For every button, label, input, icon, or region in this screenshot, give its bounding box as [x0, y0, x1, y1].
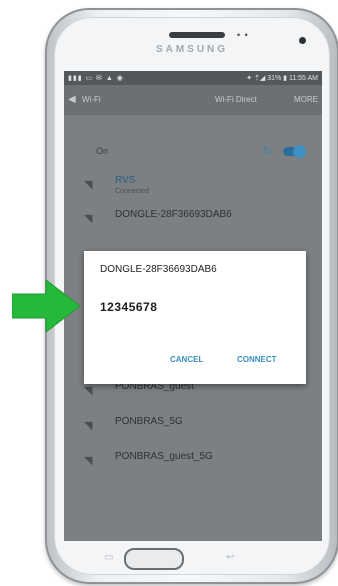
wifi-icon: ◥ — [84, 455, 93, 467]
connect-button[interactable]: CONNECT — [237, 355, 277, 364]
earpiece-speaker — [169, 32, 225, 38]
network-status: Connected — [115, 188, 149, 195]
more-button[interactable]: MORE — [294, 95, 318, 104]
wifi-icon: ◥ — [84, 420, 93, 432]
action-bar: ◀ Wi-Fi Wi-Fi Direct MORE — [64, 85, 322, 115]
brand-logo: SAMSUNG — [155, 44, 229, 55]
back-icon[interactable]: ◀ — [68, 94, 76, 105]
wifi-toggle-switch[interactable] — [283, 145, 306, 158]
network-name: PONBRAS_guest_5G — [115, 451, 213, 462]
green-arrow-icon — [12, 280, 80, 332]
toggle-knob — [293, 145, 306, 158]
wifi-direct-button[interactable]: Wi-Fi Direct — [215, 95, 257, 104]
status-bar: ▮▮▮ ▭ ✉ ▲ ◉ ✦ ⇡◢ 31% ▮ 11:55 AM — [64, 71, 322, 85]
home-button[interactable] — [124, 548, 184, 570]
password-field[interactable]: 12345678 — [100, 300, 157, 314]
front-camera — [299, 37, 306, 44]
refresh-icon[interactable]: ↻ — [262, 144, 272, 158]
status-right: ✦ ⇡◢ 31% ▮ 11:55 AM — [246, 75, 318, 82]
notification-icons: ▮▮▮ ▭ ✉ ▲ ◉ — [68, 75, 124, 82]
back-key-icon[interactable]: ↩ — [226, 552, 234, 563]
wifi-icon: ◥ — [84, 385, 93, 397]
recent-apps-icon[interactable]: ▭ — [104, 552, 113, 563]
cancel-button[interactable]: CANCEL — [170, 355, 203, 364]
network-item[interactable]: ◥ PONBRAS_5G — [64, 411, 322, 441]
wifi-icon: ◥ — [84, 213, 93, 225]
wifi-state-label: On — [96, 146, 109, 156]
wifi-icon: ◥ — [84, 179, 93, 191]
sensor-dots: • • — [237, 30, 249, 40]
dialog-title: DONGLE-28F36693DAB6 — [100, 264, 217, 275]
wifi-password-dialog: DONGLE-28F36693DAB6 12345678 CANCEL CONN… — [84, 251, 306, 384]
network-name: DONGLE-28F36693DAB6 — [115, 209, 232, 220]
page-title: Wi-Fi — [82, 95, 101, 104]
network-item[interactable]: ◥ DONGLE-28F36693DAB6 — [64, 204, 322, 234]
network-item[interactable]: ◥ RVS Connected — [64, 170, 322, 200]
wifi-toggle-row[interactable]: On ↻ — [64, 138, 322, 164]
network-name: PONBRAS_5G — [115, 416, 183, 427]
network-item[interactable]: ◥ PONBRAS_guest_5G — [64, 446, 322, 476]
network-name: RVS — [115, 175, 136, 186]
